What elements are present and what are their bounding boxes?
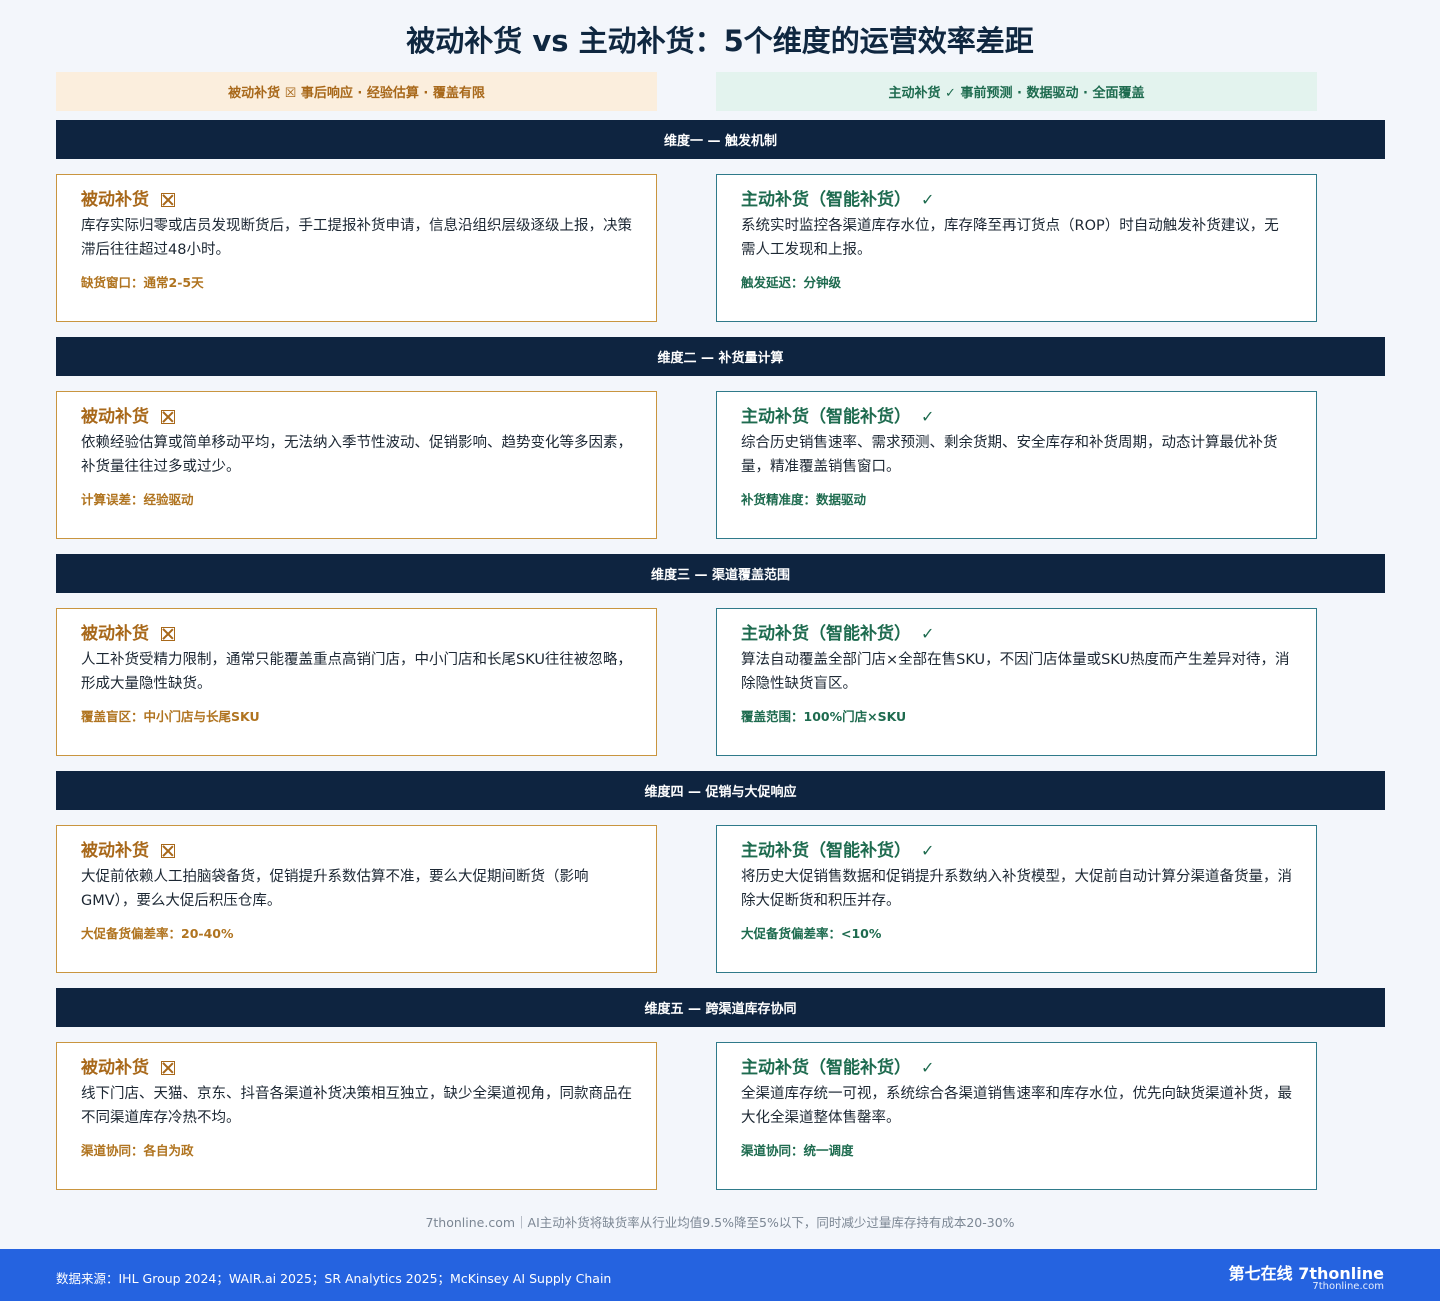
card-title: 主动补货（智能补货） <box>741 1058 911 1078</box>
passive-card: 被动补货 大促前依赖人工拍脑袋备货，促销提升系数估算不准，要么大促期间断货（影响… <box>56 825 657 973</box>
dimension-header: 维度四 — 促销与大促响应 <box>56 771 1385 810</box>
card-body: 大促前依赖人工拍脑袋备货，促销提升系数估算不准，要么大促期间断货（影响GMV），… <box>81 869 589 909</box>
card-metric: 缺货窗口：通常2-5天 <box>81 275 204 290</box>
card-body: 库存实际归零或店员发现断货后，手工提报补货申请，信息沿组织层级逐级上报，决策滞后… <box>81 218 632 258</box>
dimension-header: 维度二 — 补货量计算 <box>56 337 1385 376</box>
card-title: 主动补货（智能补货） <box>741 407 911 427</box>
card-body: 综合历史销售速率、需求预测、剩余货期、安全库存和补货周期，动态计算最优补货量，精… <box>741 435 1278 475</box>
dimension-header: 维度三 — 渠道覆盖范围 <box>56 554 1385 593</box>
cross-box-icon <box>161 1061 175 1075</box>
card-title: 主动补货（智能补货） <box>741 190 911 210</box>
card-metric: 覆盖盲区：中小门店与长尾SKU <box>81 709 260 724</box>
card-body: 将历史大促销售数据和促销提升系数纳入补货模型，大促前自动计算分渠道备货量，消除大… <box>741 869 1292 909</box>
card-title: 被动补货 <box>81 841 149 861</box>
check-icon: ✓ <box>921 1058 935 1077</box>
card-metric: 渠道协同：统一调度 <box>741 1143 854 1158</box>
footer-bar: 数据来源：IHL Group 2024；WAIR.ai 2025；SR Anal… <box>0 1249 1440 1301</box>
dimension-header: 维度五 — 跨渠道库存协同 <box>56 988 1385 1027</box>
passive-card: 被动补货 线下门店、天猫、京东、抖音各渠道补货决策相互独立，缺少全渠道视角，同款… <box>56 1042 657 1190</box>
passive-card: 被动补货 库存实际归零或店员发现断货后，手工提报补货申请，信息沿组织层级逐级上报… <box>56 174 657 322</box>
card-title: 被动补货 <box>81 407 149 427</box>
page-title: 被动补货 vs 主动补货：5个维度的运营效率差距 <box>406 24 1034 58</box>
dimension-header: 维度一 — 触发机制 <box>56 120 1385 159</box>
card-body: 算法自动覆盖全部门店×全部在售SKU，不因门店体量或SKU热度而产生差异对待，消… <box>741 652 1290 692</box>
card-body: 依赖经验估算或简单移动平均，无法纳入季节性波动、促销影响、趋势变化等多因素，补货… <box>81 435 632 475</box>
cross-box-icon <box>161 410 175 424</box>
card-metric: 大促备货偏差率：<10% <box>741 926 882 941</box>
passive-card: 被动补货 依赖经验估算或简单移动平均，无法纳入季节性波动、促销影响、趋势变化等多… <box>56 391 657 539</box>
brand-link[interactable]: 7thonline.com <box>1312 1281 1384 1292</box>
card-title: 被动补货 <box>81 1058 149 1078</box>
legend-active: 主动补货 ✓ 事前预测 · 数据驱动 · 全面覆盖 <box>716 72 1317 111</box>
passive-card: 被动补货 人工补货受精力限制，通常只能覆盖重点高销门店，中小门店和长尾SKU往往… <box>56 608 657 756</box>
card-title: 主动补货（智能补货） <box>741 624 911 644</box>
card-metric: 渠道协同：各自为政 <box>81 1143 194 1158</box>
card-metric: 大促备货偏差率：20-40% <box>81 926 234 941</box>
active-card: 主动补货（智能补货） ✓ 算法自动覆盖全部门店×全部在售SKU，不因门店体量或SK… <box>716 608 1317 756</box>
card-body: 人工补货受精力限制，通常只能覆盖重点高销门店，中小门店和长尾SKU往往被忽略，形… <box>81 652 632 692</box>
card-body: 系统实时监控各渠道库存水位，库存降至再订货点（ROP）时自动触发补货建议，无需人… <box>741 218 1279 258</box>
card-title: 被动补货 <box>81 624 149 644</box>
cross-box-icon <box>161 193 175 207</box>
cross-box-icon <box>161 844 175 858</box>
footnote: 7thonline.com｜AI主动补货将缺货率从行业均值9.5%降至5%以下，… <box>425 1215 1015 1230</box>
active-card: 主动补货（智能补货） ✓ 系统实时监控各渠道库存水位，库存降至再订货点（ROP）时… <box>716 174 1317 322</box>
check-icon: ✓ <box>921 624 935 643</box>
card-title: 主动补货（智能补货） <box>741 841 911 861</box>
card-body: 线下门店、天猫、京东、抖音各渠道补货决策相互独立，缺少全渠道视角，同款商品在不同… <box>81 1086 632 1126</box>
legend-passive: 被动补货 ☒ 事后响应 · 经验估算 · 覆盖有限 <box>56 72 657 111</box>
active-card: 主动补货（智能补货） ✓ 全渠道库存统一可视，系统综合各渠道销售速率和库存水位，优… <box>716 1042 1317 1190</box>
check-icon: ✓ <box>921 407 935 426</box>
data-source: 数据来源：IHL Group 2024；WAIR.ai 2025；SR Anal… <box>56 1271 612 1286</box>
card-metric: 覆盖范围：100%门店×SKU <box>741 709 907 724</box>
card-title: 被动补货 <box>81 190 149 210</box>
active-card: 主动补货（智能补货） ✓ 将历史大促销售数据和促销提升系数纳入补货模型，大促前自动… <box>716 825 1317 973</box>
cross-box-icon <box>161 627 175 641</box>
check-icon: ✓ <box>921 190 935 209</box>
card-metric: 计算误差：经验驱动 <box>81 492 194 507</box>
card-metric: 触发延迟：分钟级 <box>741 275 842 290</box>
check-icon: ✓ <box>921 841 935 860</box>
card-body: 全渠道库存统一可视，系统综合各渠道销售速率和库存水位，优先向缺货渠道补货，最大化… <box>741 1086 1292 1126</box>
active-card: 主动补货（智能补货） ✓ 综合历史销售速率、需求预测、剩余货期、安全库存和补货周期… <box>716 391 1317 539</box>
card-metric: 补货精准度：数据驱动 <box>741 492 867 507</box>
